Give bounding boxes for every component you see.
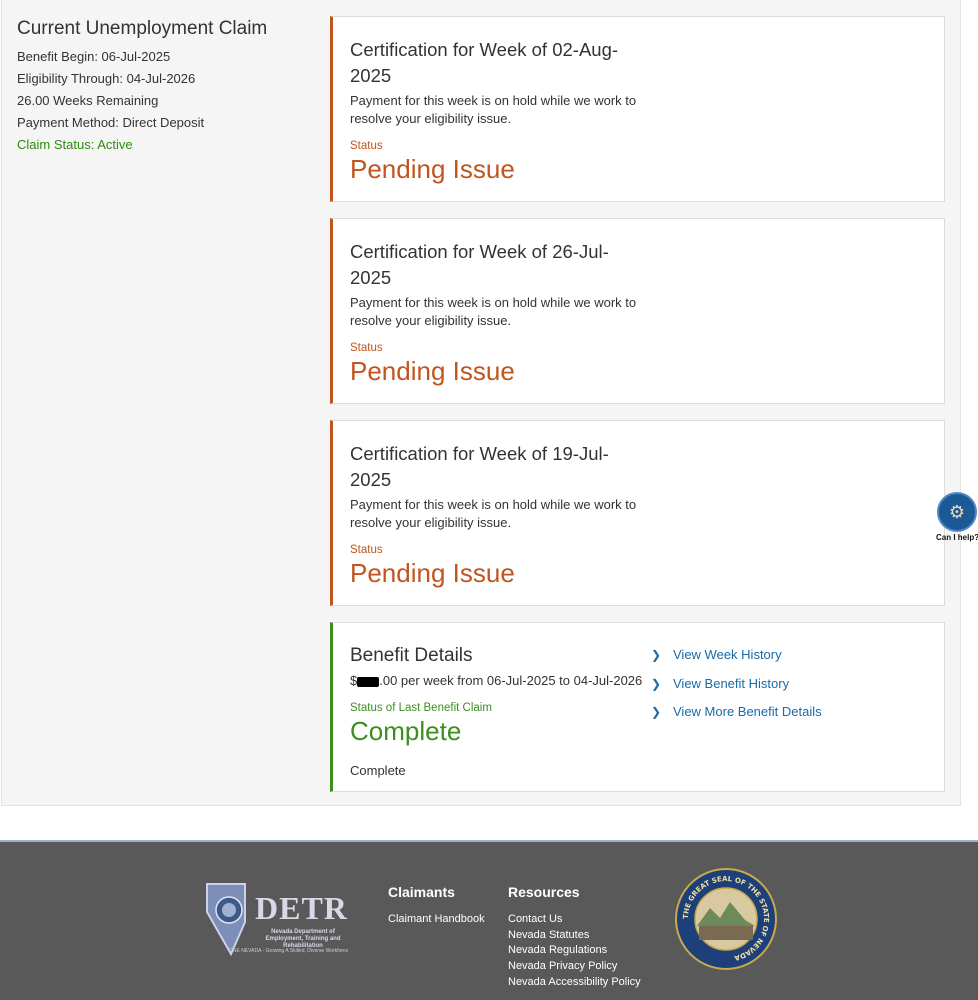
view-benefit-history-link[interactable]: ❯ View Benefit History xyxy=(651,670,822,699)
claim-title: Current Unemployment Claim xyxy=(17,18,268,39)
nevada-state-seal-icon: THE GREAT SEAL OF THE STATE OF NEVADA xyxy=(675,868,777,970)
benefit-details-card: Benefit Details $ .00 per week from 06-Ju… xyxy=(330,622,945,792)
amount-suffix: .00 per week from 06-Jul-2025 to 04-Jul-… xyxy=(379,673,643,688)
benefit-title: Benefit Details xyxy=(350,645,473,666)
claim-summary: Current Unemployment Claim Benefit Begin… xyxy=(17,18,317,156)
certification-title: Certification for Week of 19-Jul-2025 xyxy=(350,443,609,490)
link-label: View More Benefit Details xyxy=(673,704,822,719)
amount-prefix: $ xyxy=(350,673,358,688)
chevron-right-icon: ❯ xyxy=(651,705,662,719)
status-value: Pending Issue xyxy=(350,356,515,386)
contact-us-link[interactable]: Contact Us xyxy=(508,912,641,928)
link-label: View Benefit History xyxy=(673,675,790,691)
chevron-right-icon: ❯ xyxy=(651,676,662,691)
status-value: Pending Issue xyxy=(350,154,515,184)
link-label: View Week History xyxy=(673,647,782,662)
certification-description: Payment for this week is on hold while w… xyxy=(350,497,637,530)
certification-description: Payment for this week is on hold while w… xyxy=(350,93,637,126)
chevron-right-icon: ❯ xyxy=(651,648,662,662)
bighorn-sheep-icon[interactable]: ⚙ xyxy=(937,492,977,532)
resources-heading: Resources xyxy=(508,884,580,900)
nevada-statutes-link[interactable]: Nevada Statutes xyxy=(508,928,641,944)
claim-status: Claim Status: Active xyxy=(17,137,133,152)
footer-claimants: Claimants Claimant Handbook xyxy=(388,884,485,928)
last-claim-status-detail: Complete xyxy=(350,763,406,778)
certification-card: Certification for Week of 19-Jul-2025 Pa… xyxy=(330,420,945,606)
payment-method: Payment Method: Direct Deposit xyxy=(17,115,205,130)
certification-description: Payment for this week is on hold while w… xyxy=(350,295,637,328)
detr-logo-text: DETR xyxy=(255,890,348,926)
status-label: Status xyxy=(350,140,383,152)
benefit-links: ❯ View Week History ❯ View Benefit Histo… xyxy=(651,641,822,727)
footer-resources: Resources Contact Us Nevada Statutes Nev… xyxy=(508,884,641,991)
benefit-begin: Benefit Begin: 06-Jul-2025 xyxy=(17,49,171,64)
last-claim-status-value: Complete xyxy=(350,716,462,746)
redacted-amount xyxy=(357,676,380,687)
view-week-history-link[interactable]: ❯ View Week History xyxy=(651,641,822,670)
status-label: Status xyxy=(350,342,383,354)
detr-logo-subtitle: Nevada Department of Employment, Trainin… xyxy=(265,929,341,949)
certification-title: Certification for Week of 02-Aug-2025 xyxy=(350,39,619,86)
help-widget[interactable]: ⚙ Can I help? xyxy=(936,492,978,542)
view-more-benefit-details-link[interactable]: ❯ View More Benefit Details xyxy=(651,698,822,727)
detr-logo[interactable]: DETR Nevada Department of Employment, Tr… xyxy=(205,882,355,958)
nevada-accessibility-policy-link[interactable]: Nevada Accessibility Policy xyxy=(508,975,641,991)
eligibility-through: Eligibility Through: 04-Jul-2026 xyxy=(17,71,196,86)
footer: DETR Nevada Department of Employment, Tr… xyxy=(0,840,978,1000)
help-label: Can I help? xyxy=(936,533,978,542)
certification-card: Certification for Week of 02-Aug-2025 Pa… xyxy=(330,16,945,202)
detr-logo-tagline: ONE NEVADA - Growing A Skilled, Diverse … xyxy=(229,948,349,954)
benefit-amount: $ .00 per week from 06-Jul-2025 to 04-Jul… xyxy=(350,673,650,688)
status-label: Status xyxy=(350,544,383,556)
weeks-remaining: 26.00 Weeks Remaining xyxy=(17,93,159,108)
nevada-regulations-link[interactable]: Nevada Regulations xyxy=(508,943,641,959)
claimants-heading: Claimants xyxy=(388,884,455,900)
last-claim-status-label: Status of Last Benefit Claim xyxy=(350,702,492,714)
claimant-handbook-link[interactable]: Claimant Handbook xyxy=(388,912,485,928)
certification-title: Certification for Week of 26-Jul-2025 xyxy=(350,241,609,288)
status-value: Pending Issue xyxy=(350,558,515,588)
nevada-privacy-policy-link[interactable]: Nevada Privacy Policy xyxy=(508,959,641,975)
certification-card: Certification for Week of 26-Jul-2025 Pa… xyxy=(330,218,945,404)
